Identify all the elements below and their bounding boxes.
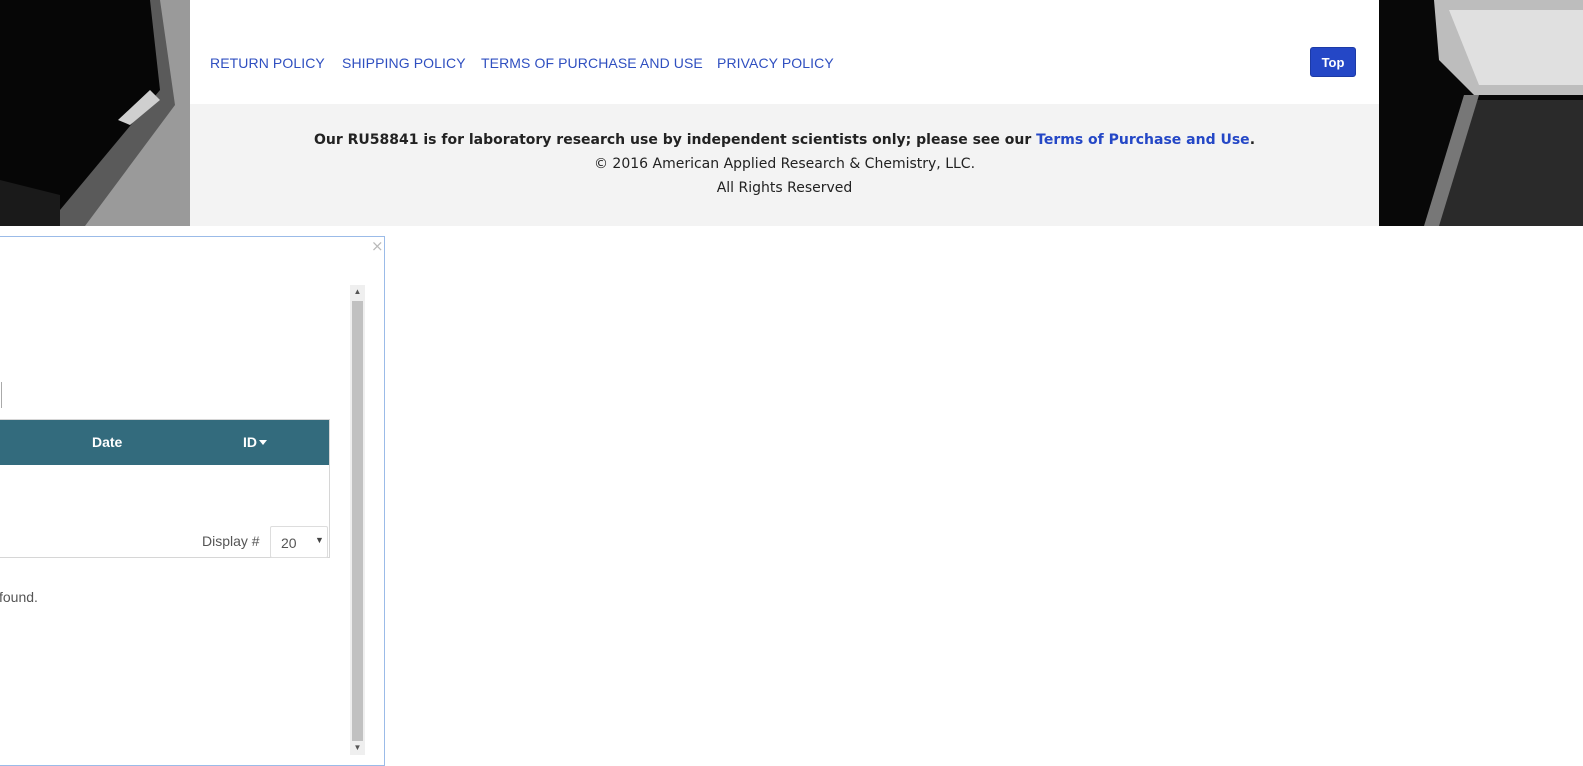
column-date[interactable]: Date (92, 434, 122, 450)
table-header: Date ID (0, 420, 329, 465)
results-table: Date ID Display # 20 ▼ (0, 419, 330, 558)
shipping-policy-link[interactable]: SHIPPING POLICY (342, 55, 466, 71)
column-id-label: ID (243, 434, 257, 450)
footer: Our RU58841 is for laboratory research u… (190, 104, 1379, 226)
popup-panel: × Date ID Display # 20 ▼ found. ▲ ▼ (0, 236, 385, 766)
page-footer-area: RETURN POLICY SHIPPING POLICY TERMS OF P… (190, 0, 1379, 226)
disclaimer-text: Our RU58841 is for laboratory research u… (313, 132, 1037, 148)
disclaimer: Our RU58841 is for laboratory research u… (190, 132, 1379, 148)
display-count-select[interactable]: 20 ▼ (270, 526, 328, 558)
scroll-thumb[interactable] (352, 301, 363, 741)
policy-nav: RETURN POLICY SHIPPING POLICY TERMS OF P… (190, 0, 1379, 104)
terms-link[interactable]: Terms of Purchase and Use (1036, 132, 1250, 148)
close-icon[interactable]: × (371, 237, 384, 255)
empty-message: found. (0, 589, 38, 605)
background-right-decoration (1379, 0, 1583, 226)
display-count-value: 20 (281, 535, 297, 551)
privacy-policy-link[interactable]: PRIVACY POLICY (717, 55, 834, 71)
disclaimer-end: . (1249, 132, 1256, 148)
display-count-label: Display # (202, 533, 260, 549)
search-input-edge[interactable] (0, 382, 2, 408)
copyright: © 2016 American Applied Research & Chemi… (593, 156, 976, 172)
scroll-up-icon[interactable]: ▲ (350, 285, 365, 299)
top-button[interactable]: Top (1310, 47, 1356, 77)
scroll-down-icon[interactable]: ▼ (350, 741, 365, 755)
dropdown-arrow-icon: ▼ (315, 535, 324, 545)
background-left-decoration (0, 0, 190, 226)
terms-of-purchase-link[interactable]: TERMS OF PURCHASE AND USE (481, 55, 703, 71)
column-id[interactable]: ID (243, 434, 267, 450)
scrollbar[interactable]: ▲ ▼ (350, 285, 365, 755)
rights-reserved: All Rights Reserved (716, 180, 853, 196)
sort-caret-icon (259, 440, 267, 445)
return-policy-link[interactable]: RETURN POLICY (210, 55, 325, 71)
